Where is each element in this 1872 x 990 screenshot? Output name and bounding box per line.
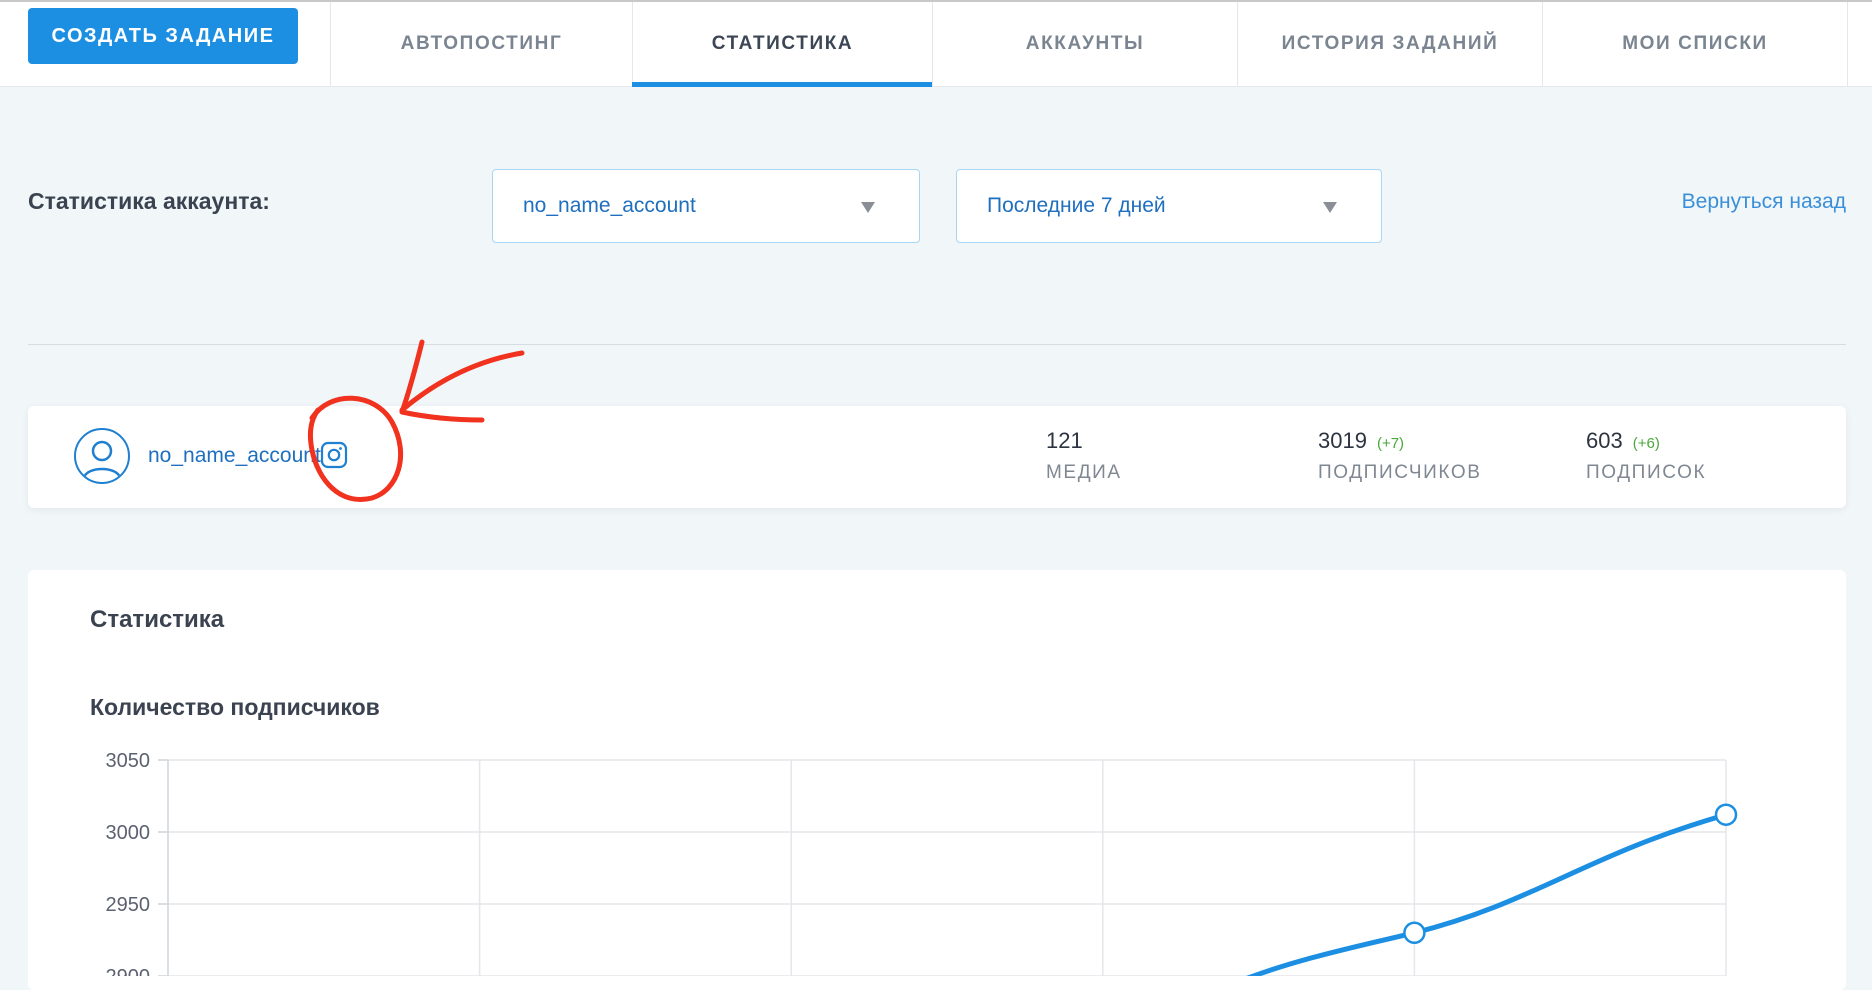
data-point[interactable] — [1714, 803, 1738, 826]
y-tick-label: 3050 — [106, 750, 151, 772]
data-point[interactable] — [1403, 921, 1426, 945]
y-tick-label: 2900 — [106, 966, 151, 976]
followers-chart: 3050 3000 2950 2900 — [106, 750, 1738, 976]
series-line — [1246, 812, 1729, 976]
y-tick-label: 2950 — [106, 894, 151, 916]
y-tick-label: 3000 — [106, 822, 151, 844]
